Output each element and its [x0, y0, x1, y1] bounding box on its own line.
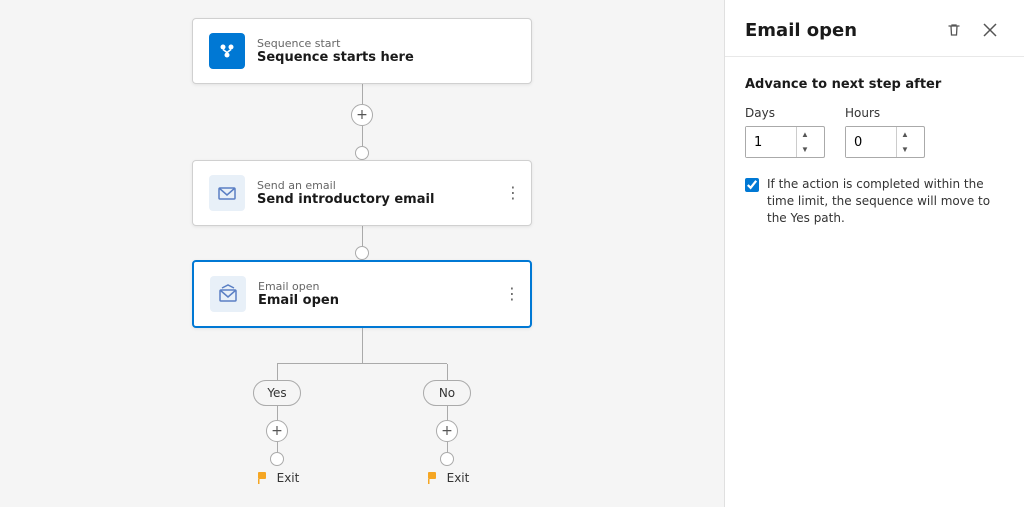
email-open-text: Email open Email open	[258, 280, 339, 308]
email-open-label: Email open	[258, 280, 339, 293]
add-button-1[interactable]: +	[351, 104, 373, 126]
no-exit-flag-icon	[425, 470, 441, 486]
hours-spinner[interactable]: ▲ ▼	[845, 126, 925, 158]
branch-v-line	[362, 328, 363, 364]
yes-connector-circle	[270, 452, 284, 466]
email-open-node[interactable]: Email open Email open ⋮	[192, 260, 532, 328]
hours-up-button[interactable]: ▲	[897, 127, 913, 142]
no-pill[interactable]: No	[423, 380, 471, 406]
no-exit-row: Exit	[425, 470, 470, 486]
checkbox-row: If the action is completed within the ti…	[745, 176, 1004, 226]
connector-line-3	[362, 226, 363, 246]
connector-circle-1	[355, 146, 369, 160]
panel-header: Email open	[725, 0, 1024, 57]
yes-pill[interactable]: Yes	[253, 380, 301, 406]
email-open-menu[interactable]: ⋮	[504, 286, 520, 302]
no-add-below-line	[447, 442, 448, 452]
sequence-start-text: Sequence start Sequence starts here	[257, 37, 414, 65]
sequence-start-icon	[209, 33, 245, 69]
right-panel: Email open Advance to next step after Da…	[724, 0, 1024, 507]
send-email-icon	[209, 175, 245, 211]
send-email-label: Send an email	[257, 179, 434, 192]
send-email-text: Send an email Send introductory email	[257, 179, 434, 207]
branch-arms: Yes + Exit No	[192, 364, 532, 486]
send-email-node[interactable]: Send an email Send introductory email ⋮	[192, 160, 532, 226]
no-add-button[interactable]: +	[436, 420, 458, 442]
hours-field: Hours ▲ ▼	[845, 106, 925, 158]
advance-section-label: Advance to next step after	[745, 77, 1004, 92]
yes-exit-flag-icon	[255, 470, 271, 486]
time-inputs: Days ▲ ▼ Hours ▲ ▼	[745, 106, 1004, 158]
send-email-menu[interactable]: ⋮	[505, 185, 521, 201]
days-field: Days ▲ ▼	[745, 106, 825, 158]
hours-input[interactable]	[846, 127, 896, 157]
checkbox-text: If the action is completed within the ti…	[767, 176, 1004, 226]
days-up-button[interactable]: ▲	[797, 127, 813, 142]
days-arrows: ▲ ▼	[796, 127, 813, 157]
yes-add-below-line	[277, 442, 278, 452]
send-email-title: Send introductory email	[257, 192, 434, 207]
yes-exit-row: Exit	[255, 470, 300, 486]
close-button[interactable]	[976, 16, 1004, 44]
yes-exit-label: Exit	[277, 471, 300, 485]
panel-body: Advance to next step after Days ▲ ▼ Hour…	[725, 57, 1024, 507]
panel-actions	[940, 16, 1004, 44]
no-below-line	[447, 406, 448, 420]
no-arm: No + Exit	[423, 364, 471, 486]
days-spinner[interactable]: ▲ ▼	[745, 126, 825, 158]
flow-canvas: Sequence start Sequence starts here + Se…	[0, 0, 724, 507]
days-input[interactable]	[746, 127, 796, 157]
sequence-start-label: Sequence start	[257, 37, 414, 50]
branch-h-line	[277, 363, 447, 364]
sequence-start-title: Sequence starts here	[257, 50, 414, 65]
email-open-title: Email open	[258, 293, 339, 308]
yes-arm: Yes + Exit	[253, 364, 301, 486]
email-open-icon	[210, 276, 246, 312]
no-arm-line	[447, 364, 448, 380]
hours-label: Hours	[845, 106, 925, 120]
hours-down-button[interactable]: ▼	[897, 142, 913, 157]
connector-line-2	[362, 126, 363, 146]
delete-button[interactable]	[940, 16, 968, 44]
connector-circle-2	[355, 246, 369, 260]
flow-wrapper: Sequence start Sequence starts here + Se…	[0, 18, 724, 486]
yes-below-line	[277, 406, 278, 420]
days-down-button[interactable]: ▼	[797, 142, 813, 157]
panel-title: Email open	[745, 20, 857, 41]
no-exit-label: Exit	[447, 471, 470, 485]
sequence-start-node[interactable]: Sequence start Sequence starts here	[192, 18, 532, 84]
branch-split-area	[192, 328, 532, 364]
no-connector-circle	[440, 452, 454, 466]
days-label: Days	[745, 106, 825, 120]
hours-arrows: ▲ ▼	[896, 127, 913, 157]
connector-line-1	[362, 84, 363, 104]
yes-add-button[interactable]: +	[266, 420, 288, 442]
yes-arm-line	[277, 364, 278, 380]
yes-path-checkbox[interactable]	[745, 178, 759, 192]
